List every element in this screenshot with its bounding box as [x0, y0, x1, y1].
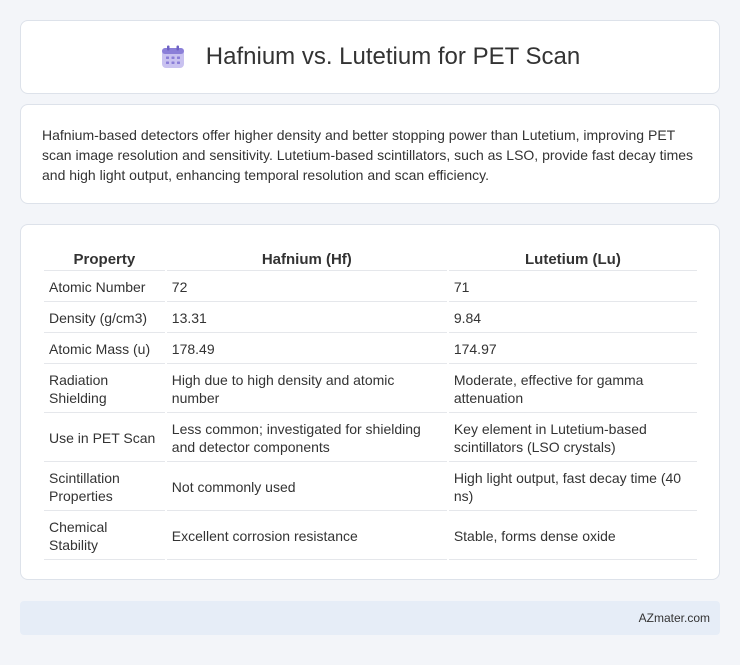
property-cell: Density (g/cm3) — [44, 304, 165, 333]
lutetium-cell: Stable, forms dense oxide — [448, 513, 697, 560]
table-row: Atomic Mass (u) 178.49 174.97 — [44, 335, 697, 364]
page-title: Hafnium vs. Lutetium for PET Scan — [205, 43, 581, 70]
lutetium-cell: 174.97 — [448, 335, 697, 364]
table-row: Atomic Number 72 71 — [44, 273, 697, 302]
calendar-grid-icon — [161, 45, 184, 68]
table-header-row: Property Hafnium (Hf) Lutetium (Lu) — [44, 247, 697, 271]
footer-bar: AZmater.com — [20, 601, 720, 635]
hafnium-cell: 178.49 — [166, 335, 447, 364]
hafnium-cell: 13.31 — [166, 304, 447, 333]
table-row: Chemical Stability Excellent corrosion r… — [44, 513, 697, 560]
column-header-hafnium: Hafnium (Hf) — [166, 247, 447, 271]
description-card: Hafnium-based detectors offer higher den… — [20, 104, 720, 204]
hafnium-cell: Not commonly used — [166, 464, 447, 511]
table-row: Scintillation Properties Not commonly us… — [44, 464, 697, 511]
column-header-lutetium: Lutetium (Lu) — [448, 247, 697, 271]
lutetium-cell: Key element in Lutetium-based scintillat… — [448, 415, 697, 462]
lutetium-cell: 9.84 — [448, 304, 697, 333]
lutetium-cell: High light output, fast decay time (40 n… — [448, 464, 697, 511]
footer-credit: AZmater.com — [638, 611, 710, 625]
hafnium-cell: High due to high density and atomic numb… — [166, 366, 447, 413]
comparison-table: Property Hafnium (Hf) Lutetium (Lu) Atom… — [42, 245, 699, 562]
property-cell: Radiation Shielding — [44, 366, 165, 413]
property-cell: Chemical Stability — [44, 513, 165, 560]
hafnium-cell: Excellent corrosion resistance — [166, 513, 447, 560]
table-row: Use in PET Scan Less common; investigate… — [44, 415, 697, 462]
property-cell: Atomic Mass (u) — [44, 335, 165, 364]
lutetium-cell: 71 — [448, 273, 697, 302]
comparison-table-card: Property Hafnium (Hf) Lutetium (Lu) Atom… — [20, 224, 720, 580]
description-text: Hafnium-based detectors offer higher den… — [42, 127, 694, 183]
column-header-property: Property — [44, 247, 165, 271]
hafnium-cell: Less common; investigated for shielding … — [166, 415, 447, 462]
lutetium-cell: Moderate, effective for gamma attenuatio… — [448, 366, 697, 413]
title-card: Hafnium vs. Lutetium for PET Scan — [20, 20, 720, 94]
property-cell: Atomic Number — [44, 273, 165, 302]
table-row: Radiation Shielding High due to high den… — [44, 366, 697, 413]
table-row: Density (g/cm3) 13.31 9.84 — [44, 304, 697, 333]
property-cell: Scintillation Properties — [44, 464, 165, 511]
hafnium-cell: 72 — [166, 273, 447, 302]
property-cell: Use in PET Scan — [44, 415, 165, 462]
